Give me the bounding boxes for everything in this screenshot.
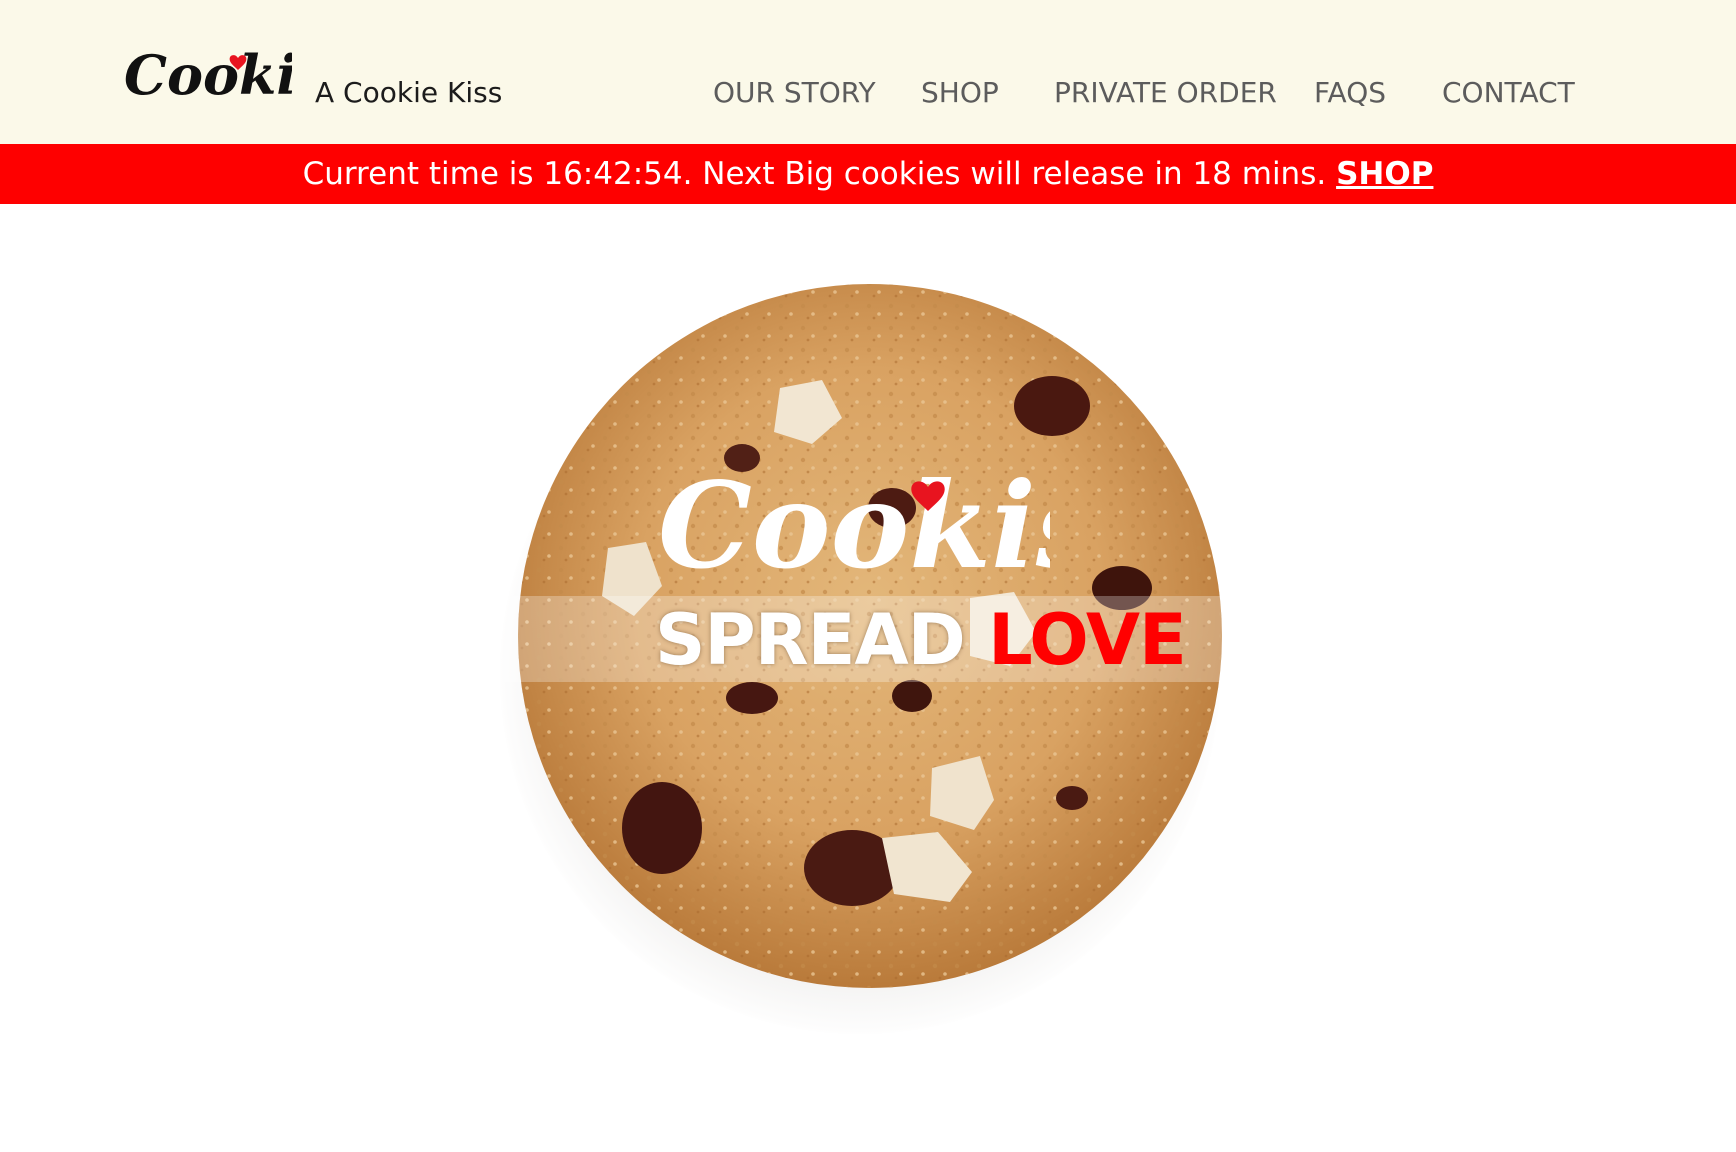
banner-shop-link[interactable]: SHOP <box>1336 156 1433 192</box>
nav-contact[interactable]: CONTACT <box>1442 76 1575 110</box>
cookiss-hero-logo-icon: Cookiss <box>658 456 1050 595</box>
banner-message: Current time is 16:42:54. Next Big cooki… <box>302 156 1337 192</box>
nav-shop[interactable]: SHOP <box>921 76 999 110</box>
nav-our-story[interactable]: OUR STORY <box>713 76 876 110</box>
release-banner: Current time is 16:42:54. Next Big cooki… <box>0 144 1736 204</box>
nav-private-order[interactable]: PRIVATE ORDER <box>1054 76 1277 110</box>
slogan-word-love: LOVE <box>988 599 1187 681</box>
hero-slogan: SPREAD LOVE <box>655 599 1187 681</box>
hero-logo: Cookiss <box>650 439 1050 599</box>
site-header: Cookiss A Cookie Kiss OUR STORY SHOP PRI… <box>0 0 1736 144</box>
svg-text:Cookiss: Cookiss <box>658 456 1050 595</box>
slogan-word-spread: SPREAD <box>655 599 966 681</box>
main-nav: OUR STORY SHOP PRIVATE ORDER FAQS CONTAC… <box>0 76 1736 110</box>
nav-faqs[interactable]: FAQS <box>1314 76 1386 110</box>
hero-section: Cookiss SPREAD LOVE <box>0 204 1736 1152</box>
